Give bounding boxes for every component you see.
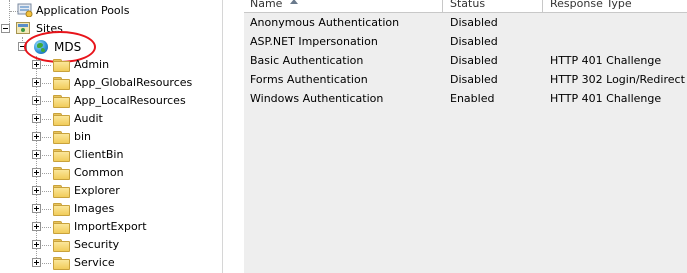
cell-status: Disabled bbox=[450, 35, 498, 48]
authentication-list: Name Status Response Type Anonymous Auth… bbox=[244, 0, 687, 273]
tree-item-label: Service bbox=[74, 256, 115, 269]
tree-item-folder[interactable]: Common bbox=[0, 164, 210, 182]
column-header-response-type[interactable]: Response Type bbox=[550, 0, 632, 12]
tree-item-label: Common bbox=[74, 166, 124, 179]
cell-name: ASP.NET Impersonation bbox=[250, 35, 378, 48]
sites-icon bbox=[16, 22, 30, 35]
folder-icon bbox=[53, 77, 70, 90]
expand-icon[interactable] bbox=[32, 96, 41, 105]
tree-item-folder[interactable]: ImportExport bbox=[0, 218, 210, 236]
application-pools-icon bbox=[17, 3, 33, 18]
tree-item-folder[interactable]: Explorer bbox=[0, 182, 210, 200]
tree-item-label: bin bbox=[74, 130, 92, 143]
expand-icon[interactable] bbox=[32, 240, 41, 249]
tree-item-folder[interactable]: Images bbox=[0, 200, 210, 218]
expand-icon[interactable] bbox=[32, 258, 41, 267]
folder-icon bbox=[53, 167, 70, 180]
list-row[interactable]: Windows Authentication Enabled HTTP 401 Ch… bbox=[244, 89, 687, 108]
expand-icon[interactable] bbox=[32, 204, 41, 213]
tree-item-folder[interactable]: ClientBin bbox=[0, 146, 210, 164]
cell-name: Basic Authentication bbox=[250, 54, 364, 67]
tree-item-folder[interactable]: App_GlobalResources bbox=[0, 74, 210, 92]
tree-item-label: ClientBin bbox=[74, 148, 124, 161]
folder-icon bbox=[53, 149, 70, 162]
tree-item-application-pools[interactable]: Application Pools bbox=[0, 2, 200, 20]
list-row[interactable]: ASP.NET Impersonation Disabled bbox=[244, 32, 687, 51]
cell-response-type: HTTP 302 Login/Redirect bbox=[550, 73, 685, 86]
column-header-name[interactable]: Name bbox=[250, 0, 282, 12]
folder-icon bbox=[53, 221, 70, 234]
tree-item-label: Admin bbox=[74, 58, 110, 71]
expand-icon[interactable] bbox=[32, 222, 41, 231]
sort-ascending-icon bbox=[290, 0, 298, 4]
column-divider[interactable] bbox=[442, 0, 443, 12]
list-row[interactable]: Anonymous Authentication Disabled bbox=[244, 13, 687, 32]
folder-icon bbox=[53, 185, 70, 198]
folder-icon bbox=[53, 239, 70, 252]
pane-splitter[interactable] bbox=[222, 0, 245, 273]
list-row[interactable]: Basic Authentication Disabled HTTP 401 Cha… bbox=[244, 51, 687, 70]
tree-item-folder[interactable]: bin bbox=[0, 128, 210, 146]
cell-status: Disabled bbox=[450, 54, 498, 67]
cell-name: Windows Authentication bbox=[250, 92, 384, 105]
folder-icon bbox=[53, 203, 70, 216]
cell-response-type: HTTP 401 Challenge bbox=[550, 92, 662, 105]
expand-icon[interactable] bbox=[32, 186, 41, 195]
connections-tree: Application Pools Sites MDS Admin App_Glo… bbox=[0, 0, 222, 273]
column-divider[interactable] bbox=[542, 0, 543, 12]
cell-name: Anonymous Authentication bbox=[250, 16, 400, 29]
folder-icon bbox=[53, 59, 70, 72]
tree-item-label: App_LocalResources bbox=[74, 94, 186, 107]
tree-item-label: Audit bbox=[74, 112, 103, 125]
tree-item-label: Images bbox=[74, 202, 115, 215]
tree-item-folder[interactable]: Admin bbox=[0, 56, 210, 74]
tree-item-folder[interactable]: Security bbox=[0, 236, 210, 254]
cell-response-type: HTTP 401 Challenge bbox=[550, 54, 662, 67]
expand-icon[interactable] bbox=[32, 60, 41, 69]
list-row[interactable]: Forms Authentication Disabled HTTP 302 Log… bbox=[244, 70, 687, 89]
folder-icon bbox=[53, 131, 70, 144]
folder-icon bbox=[53, 257, 70, 270]
tree-item-sites[interactable]: Sites bbox=[0, 20, 200, 38]
cell-status: Enabled bbox=[450, 92, 495, 105]
tree-item-label: Security bbox=[74, 238, 120, 251]
tree-item-folder[interactable]: Service bbox=[0, 254, 210, 272]
list-header: Name Status Response Type bbox=[244, 0, 687, 13]
folder-icon bbox=[53, 95, 70, 108]
tree-item-label: Application Pools bbox=[36, 4, 130, 17]
folder-icon bbox=[53, 113, 70, 126]
tree-item-label: ImportExport bbox=[74, 220, 147, 233]
tree-item-folder[interactable]: App_LocalResources bbox=[0, 92, 210, 110]
collapse-icon[interactable] bbox=[1, 24, 10, 33]
cell-status: Disabled bbox=[450, 16, 498, 29]
expand-icon[interactable] bbox=[32, 150, 41, 159]
expand-icon[interactable] bbox=[32, 78, 41, 87]
tree-item-label: Explorer bbox=[74, 184, 120, 197]
expand-icon[interactable] bbox=[32, 168, 41, 177]
list-rows: Anonymous Authentication Disabled ASP.NET … bbox=[244, 13, 687, 108]
expand-icon[interactable] bbox=[32, 114, 41, 123]
cell-name: Forms Authentication bbox=[250, 73, 368, 86]
tree-item-label: App_GlobalResources bbox=[74, 76, 193, 89]
expand-icon[interactable] bbox=[32, 132, 41, 141]
cell-status: Disabled bbox=[450, 73, 498, 86]
tree-item-folder[interactable]: Audit bbox=[0, 110, 210, 128]
column-header-status[interactable]: Status bbox=[450, 0, 485, 12]
